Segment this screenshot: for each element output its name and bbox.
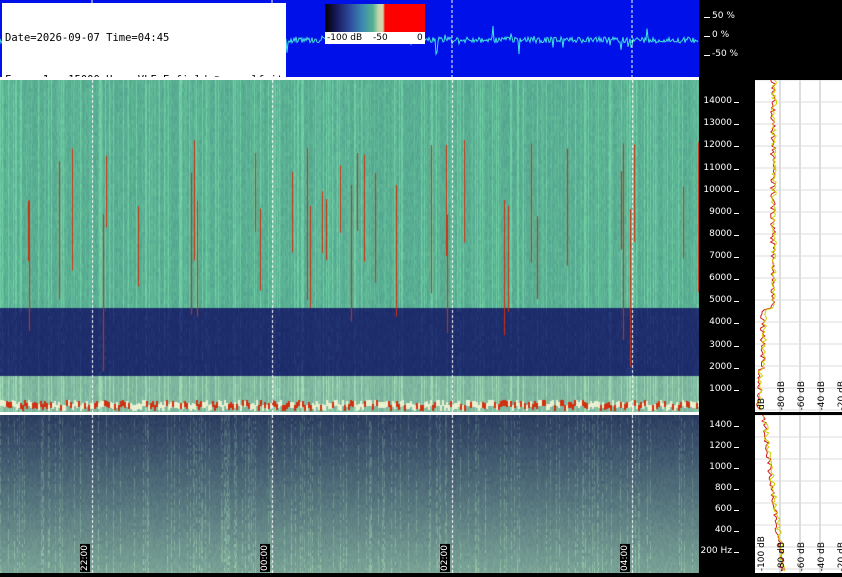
spectrum-profile-main (755, 79, 842, 412)
freq-low-label: 1200 (709, 440, 732, 451)
profile-db-label: -60 dB (797, 380, 807, 410)
freq-low-label: 1400 (709, 419, 732, 430)
scale-label-max: 0 (417, 33, 423, 43)
freq-label: 10000 (703, 184, 732, 195)
axis-tick (734, 323, 739, 325)
time-label-0200: 02:00 (440, 544, 450, 572)
profile-db-label: -40 dB (817, 541, 827, 571)
axis-tick (734, 168, 739, 170)
waveform-label-minus50: -50 % (712, 49, 739, 59)
axis-tick (704, 36, 710, 37)
spectrogram-main-canvas (0, 80, 699, 412)
color-scale-gradient (325, 4, 425, 32)
axis-tick (734, 345, 739, 347)
time-label-0000: 00:00 (260, 544, 270, 572)
freq-label: 14000 (703, 96, 732, 107)
profile-db-label: -80 dB (777, 541, 787, 571)
axis-tick (734, 389, 739, 391)
profile-db-label: -80 dB (777, 380, 787, 410)
freq-low-label: 200 Hz (700, 545, 732, 556)
freq-low-label: 600 (714, 503, 732, 514)
axis-tick (734, 124, 739, 126)
freq-label: 12000 (703, 140, 732, 151)
profile-db-label: -100 dB (757, 535, 767, 571)
axis-tick (734, 257, 739, 259)
waveform-label-plus50: 50 % (712, 11, 735, 21)
freq-label: 7000 (709, 251, 732, 262)
freq-low-label: 800 (714, 482, 732, 493)
color-scale: -100 dB -50 0 (325, 4, 425, 44)
axis-tick (734, 301, 739, 303)
freq-label: 2000 (709, 361, 732, 372)
profile-trace (756, 79, 777, 411)
spectrogram-low-canvas (0, 415, 699, 573)
axis-tick (734, 102, 739, 104)
axis-tick (734, 530, 739, 532)
axis-tick (734, 279, 739, 281)
time-label-0400: 04:00 (620, 544, 630, 572)
scale-label-min: -100 dB (327, 33, 363, 43)
profile-db-label: dB (757, 398, 767, 410)
profile-db-label: -20 dB (837, 380, 842, 410)
freq-low-label: 1000 (709, 461, 732, 472)
axis-tick (734, 146, 739, 148)
frequency-axis-main: 14000 13000 12000 11000 10000 9000 8000 7000 600… (700, 80, 740, 412)
frequency-axis-low: 1400 1200 1000 800 600 400 200 Hz (700, 415, 740, 573)
axis-tick (734, 367, 739, 369)
freq-label: 11000 (703, 162, 732, 173)
axis-tick (734, 446, 739, 448)
freq-low-label: 400 (714, 524, 732, 535)
scale-label-mid: -50 (373, 33, 388, 43)
axis-tick (734, 425, 739, 427)
profile-db-axis-main: dB -80 dB -60 dB -40 dB -20 dB (755, 370, 842, 412)
freq-label: 5000 (709, 295, 732, 306)
axis-tick (734, 212, 739, 214)
freq-label: 13000 (703, 118, 732, 129)
spectrogram-low (0, 415, 699, 573)
spectrogram-main (0, 80, 699, 412)
date-time-label: Date=2026-09-07 Time=04:45 (5, 32, 170, 44)
profile-trace (757, 79, 777, 411)
freq-label: 6000 (709, 273, 732, 284)
profile-db-axis-low: -100 dB -80 dB -60 dB -40 dB -20 dB (755, 525, 842, 573)
freq-label: 1000 (709, 383, 732, 394)
axis-tick (734, 488, 739, 490)
waveform-label-zero: 0 % (712, 30, 730, 40)
freq-label: 3000 (709, 339, 732, 350)
freq-label: 8000 (709, 228, 732, 239)
waveform-axis: 50 % 0 % -50 % (704, 8, 764, 68)
axis-tick (734, 551, 739, 553)
axis-tick (704, 55, 710, 56)
axis-tick (734, 467, 739, 469)
spectrum-profile-main-plot (755, 79, 842, 412)
profile-db-label: -60 dB (797, 541, 807, 571)
axis-tick (734, 509, 739, 511)
freq-label: 4000 (709, 317, 732, 328)
axis-tick (734, 190, 739, 192)
axis-tick (734, 234, 739, 236)
time-label-2200: 22:00 (80, 544, 90, 572)
profile-db-label: -40 dB (817, 380, 827, 410)
axis-tick (704, 17, 710, 18)
profile-db-label: -20 dB (837, 541, 842, 571)
freq-label: 9000 (709, 206, 732, 217)
